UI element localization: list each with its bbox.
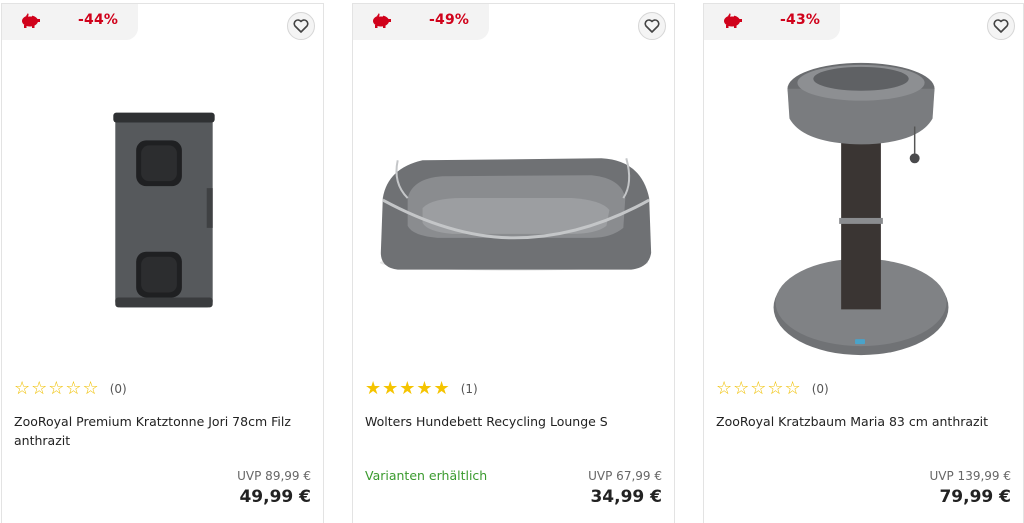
star-rating: ☆☆☆☆☆ — [14, 378, 100, 399]
product-title[interactable]: ZooRoyal Premium Kratztonne Jori 78cm Fi… — [14, 412, 304, 450]
wishlist-button[interactable] — [287, 12, 315, 40]
sale-price: 49,99 € — [239, 487, 311, 507]
sale-price: 34,99 € — [590, 487, 662, 507]
wishlist-button[interactable] — [638, 12, 666, 40]
discount-percent: -43% — [780, 12, 821, 28]
dog-bed-image[interactable] — [353, 48, 674, 368]
piggy-bank-icon — [22, 13, 40, 28]
rating: ☆☆☆☆☆ (0) — [716, 379, 829, 399]
cat-tree-image[interactable] — [704, 48, 1023, 368]
piggy-bank-icon — [724, 13, 742, 28]
discount-percent: -49% — [429, 12, 470, 28]
product-card[interactable]: -43% ☆☆☆☆☆ (0) ZooRoyal Kratzbaum Maria … — [703, 3, 1024, 523]
sale-price: 79,99 € — [939, 487, 1011, 507]
variants-available[interactable]: Varianten erhältlich — [365, 468, 487, 483]
wishlist-button[interactable] — [987, 12, 1015, 40]
uvp-price: UVP 139,99 € — [929, 469, 1011, 483]
piggy-bank-icon — [373, 13, 391, 28]
product-title[interactable]: ZooRoyal Kratzbaum Maria 83 cm anthrazit — [716, 412, 1006, 431]
star-rating: ☆☆☆☆☆ — [716, 378, 802, 399]
heart-icon — [993, 19, 1009, 33]
rating-count: (0) — [109, 382, 127, 396]
uvp-price: UVP 67,99 € — [588, 469, 662, 483]
uvp-price: UVP 89,99 € — [237, 469, 311, 483]
rating: ★★★★★ (1) — [365, 379, 478, 399]
discount-badge: -49% — [353, 4, 489, 40]
discount-percent: -44% — [78, 12, 119, 28]
star-rating: ★★★★★ — [365, 378, 451, 399]
rating: ☆☆☆☆☆ (0) — [14, 379, 127, 399]
product-title[interactable]: Wolters Hundebett Recycling Lounge S — [365, 412, 655, 431]
product-card[interactable]: -49% ★★★★★ (1) Wolters Hundebett Recycli… — [352, 3, 675, 523]
discount-badge: -44% — [2, 4, 138, 40]
heart-icon — [293, 19, 309, 33]
rating-count: (0) — [811, 382, 829, 396]
rating-count: (1) — [460, 382, 478, 396]
discount-badge: -43% — [704, 4, 840, 40]
cat-scratch-barrel-image[interactable] — [2, 48, 323, 368]
heart-icon — [644, 19, 660, 33]
product-card[interactable]: -44% ☆☆☆☆☆ (0) ZooRoyal Premium Kratzton… — [1, 3, 324, 523]
